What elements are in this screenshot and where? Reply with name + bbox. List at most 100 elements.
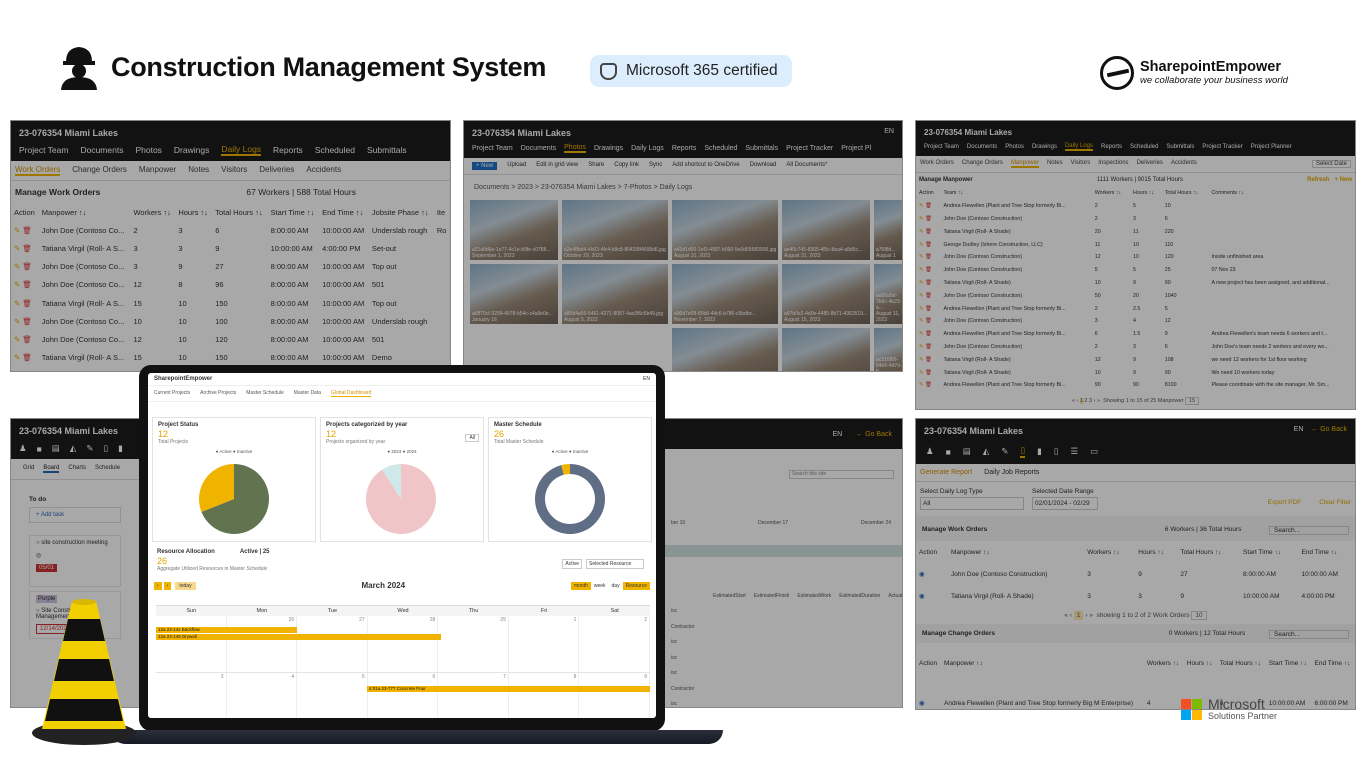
add-task-button[interactable]: + Add task — [29, 507, 121, 523]
delete-icon[interactable]: 🗑 — [22, 262, 32, 271]
tab-0[interactable]: Project Team — [19, 144, 68, 156]
edit-icon[interactable]: ✎ — [14, 317, 20, 326]
report-icon[interactable]: ▯ — [103, 443, 108, 454]
delete-icon[interactable]: 🗑 — [22, 226, 32, 235]
edit-icon[interactable]: ✎ — [14, 280, 20, 289]
select-date-input[interactable]: Select Date — [1311, 160, 1351, 168]
delete-icon[interactable]: 🗑 — [925, 318, 932, 324]
language-selector[interactable]: EN — [832, 431, 842, 438]
column-header[interactable]: Total Hours ↑↓ — [212, 203, 267, 221]
delete-icon[interactable]: 🗑 — [925, 229, 932, 235]
column-header[interactable]: Jobsite Phase ↑↓ — [369, 203, 434, 221]
view-tab[interactable]: Grid — [23, 465, 34, 473]
calendar-day[interactable] — [156, 616, 227, 672]
toolbar-item[interactable]: Sync — [649, 162, 662, 170]
team-icon[interactable]: ♟ — [19, 443, 27, 454]
calendar-event[interactable]: 4:01a 23-777 Concrete Pour — [367, 686, 650, 692]
calendar-day[interactable]: 4 — [227, 673, 298, 718]
tab-3[interactable]: Notes — [188, 165, 209, 176]
calendar-view[interactable]: month — [570, 581, 591, 590]
edit-icon[interactable]: ✎ — [919, 216, 923, 222]
column-header[interactable]: Start Time ↑↓ — [268, 203, 320, 221]
prev-month-button[interactable]: ‹ — [154, 581, 162, 590]
edit-icon[interactable]: ✎ — [919, 331, 923, 337]
edit-icon[interactable]: ✎ — [919, 267, 923, 273]
photo-thumbnail[interactable]: a6ff79cf-3299-4978-b54c-c4a9e0e... Januar… — [470, 264, 558, 324]
page-size-select[interactable]: 15 — [1185, 396, 1200, 405]
delete-icon[interactable]: 🗑 — [925, 203, 932, 209]
calendar-day[interactable]: 7 — [438, 673, 509, 718]
go-back-button[interactable]: ← Go Back — [856, 431, 892, 438]
photo-thumbnail[interactable]: ac316f66-64e5-4d7d-8...August 5, 2023 — [874, 328, 902, 371]
planner-icon[interactable]: ▭ — [1090, 445, 1098, 458]
edit-icon[interactable]: ✎ — [919, 242, 923, 248]
edit-icon[interactable]: ✎ — [919, 306, 923, 312]
tab-5[interactable]: Inspections — [1098, 160, 1128, 168]
view-tab[interactable]: Board — [43, 465, 60, 473]
folder-icon[interactable]: ■ — [946, 445, 951, 458]
export-pdf-button[interactable]: Export PDF — [1268, 499, 1302, 510]
tab-6[interactable]: Scheduled — [1130, 143, 1158, 151]
tab-7[interactable]: Submittals — [367, 144, 407, 156]
column-header[interactable]: Workers ↑↓ — [1092, 187, 1130, 200]
edit-icon[interactable]: ✎ — [14, 353, 20, 362]
edit-icon[interactable]: ✎ — [14, 335, 20, 344]
photo-thumbnail[interactable]: a43d1d00-1ef3-4997-b090-5e0d09583906.jpg… — [672, 200, 778, 260]
photo-thumbnail[interactable]: a21a8d6e-1e77-4c1e-b9fe-c0788... Septembe… — [470, 200, 558, 260]
column-header[interactable]: Workers ↑↓ — [130, 203, 175, 221]
toolbar-item[interactable]: Download — [750, 162, 777, 170]
column-header[interactable]: Comments ↑↓ — [1208, 187, 1355, 200]
column-header[interactable]: Start Time ↑↓ — [1266, 643, 1312, 683]
column-header[interactable]: Action — [11, 203, 39, 221]
photo-icon[interactable]: ▤ — [963, 445, 971, 458]
delete-icon[interactable]: 🗑 — [925, 254, 932, 260]
calendar-day[interactable]: 27 — [297, 616, 368, 672]
edit-icon[interactable]: ✎ — [919, 254, 923, 260]
delete-icon[interactable]: 🗑 — [925, 382, 932, 388]
toolbar-item[interactable]: + New — [472, 162, 498, 170]
log-type-select[interactable]: All — [920, 497, 1024, 510]
delete-icon[interactable]: 🗑 — [925, 242, 932, 248]
tab-5[interactable]: Deliveries — [259, 165, 294, 176]
edit-icon[interactable]: ✎ — [919, 382, 923, 388]
donut-slice-active[interactable] — [535, 464, 605, 534]
delete-icon[interactable]: 🗑 — [22, 353, 32, 362]
delete-icon[interactable]: 🗑 — [925, 293, 932, 299]
tab-8[interactable]: Project Tracker — [1202, 143, 1242, 151]
tab-5[interactable]: Reports — [273, 144, 303, 156]
status-select[interactable]: Active — [562, 559, 582, 569]
toolbar-item[interactable]: Add shortcut to OneDrive — [672, 162, 739, 170]
tab-7[interactable]: Submittals — [1166, 143, 1194, 151]
tab-2[interactable]: Photos — [564, 144, 586, 153]
resource-select[interactable]: Selected Resource — [586, 559, 644, 569]
edit-icon[interactable]: ✎ — [919, 344, 923, 350]
calendar-day[interactable]: 5 — [297, 673, 368, 718]
tab-4[interactable]: Visitors — [221, 165, 247, 176]
drawing-icon[interactable]: ◭ — [70, 443, 77, 454]
column-header[interactable]: Ite — [434, 203, 450, 221]
delete-icon[interactable]: 🗑 — [22, 244, 32, 253]
breadcrumb[interactable]: Documents > 2023 > 23-076354 Miami Lakes… — [464, 175, 902, 200]
column-header[interactable]: Start Time ↑↓ — [1240, 541, 1298, 563]
delete-icon[interactable]: 🗑 — [925, 344, 932, 350]
photo-thumbnail[interactable]: a90d7e08-80b8-44c6-b786-c5bdbc... Novembe… — [672, 264, 778, 324]
edit-icon[interactable]: ✎ — [919, 357, 923, 363]
tracker-icon[interactable]: ☰ — [1071, 445, 1079, 458]
report-icon[interactable]: ▯ — [1020, 445, 1026, 458]
search-input[interactable]: Search... — [1269, 630, 1349, 639]
tab-0[interactable]: Project Team — [924, 143, 959, 151]
calendar-view[interactable]: week — [591, 582, 609, 590]
delete-icon[interactable]: 🗑 — [22, 280, 32, 289]
view-tab[interactable]: Schedule — [95, 465, 120, 473]
edit-icon[interactable]: ✎ — [14, 244, 20, 253]
edit-icon[interactable]: ✎ — [919, 293, 923, 299]
column-header[interactable]: Manpower ↑↓ — [948, 541, 1084, 563]
delete-icon[interactable]: 🗑 — [925, 267, 932, 273]
delete-icon[interactable]: 🗑 — [925, 306, 932, 312]
delete-icon[interactable]: 🗑 — [22, 317, 32, 326]
column-header[interactable]: Hours ↑↓ — [175, 203, 212, 221]
search-input[interactable]: Search... — [1268, 526, 1349, 535]
site-search-input[interactable]: Search this site — [789, 470, 894, 479]
tab-8[interactable]: Project Tracker — [786, 144, 833, 153]
clear-filter-button[interactable]: Clear Filter — [1319, 499, 1351, 510]
